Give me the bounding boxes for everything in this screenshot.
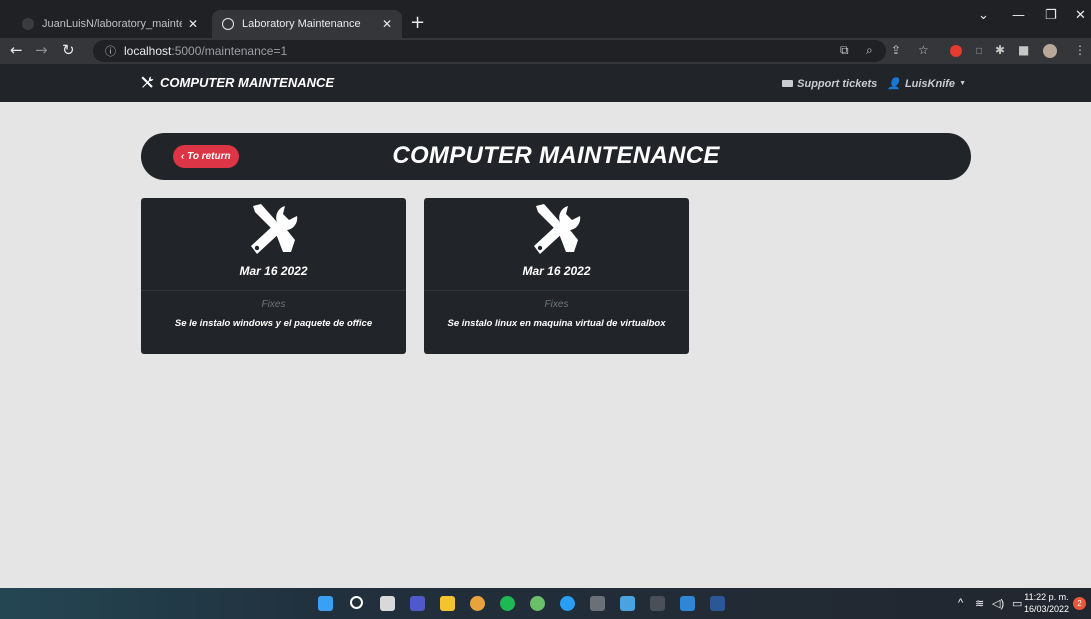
address-bar[interactable]: ⓘ localhost :5000/maintenance=1 [93,40,886,62]
notification-badge[interactable]: 2 [1073,597,1086,610]
brand-label: COMPUTER MAINTENANCE [160,75,335,90]
url-path: :5000/maintenance=1 [171,44,288,58]
info-icon[interactable]: ⓘ [105,43,116,59]
translate-icon[interactable]: ⧉ [840,43,849,58]
avatar[interactable] [1043,44,1057,58]
search-icon[interactable] [350,596,363,609]
globe-icon [222,18,234,30]
chrome-icon[interactable] [470,596,485,611]
word-icon[interactable] [710,596,725,611]
close-icon[interactable]: ✕ [382,17,392,31]
wifi-icon[interactable]: ≋ [975,597,984,610]
user-menu-dropdown[interactable]: 👤 LuisKnife ▼ [887,77,966,91]
windows-start-icon[interactable] [318,596,333,611]
page-header: ‹ To return COMPUTER MAINTENANCE [141,133,971,180]
hs-app-icon[interactable] [530,596,545,611]
card-description: Se le instalo windows y el paquete de of… [174,318,373,329]
ticket-icon [782,80,794,87]
puzzle-icon[interactable]: ✱ [995,43,1005,57]
terminal-icon[interactable] [650,596,665,611]
restore-button[interactable]: ❐ [1045,8,1057,23]
app-navbar: COMPUTER MAINTENANCE Support tickets 👤 L… [0,64,1091,102]
sidepanel-icon[interactable]: ■ [1018,43,1029,57]
card-date: Mar 16 2022 [239,264,308,278]
navbar-brand[interactable]: COMPUTER MAINTENANCE [140,75,334,90]
url-host: localhost [124,44,172,58]
star-icon[interactable]: ☆ [918,43,929,57]
browser-tab-laboratory[interactable]: Laboratory Maintenance ✕ [212,10,402,38]
browser-tab-github[interactable]: JuanLuisN/laboratory_maintenan ✕ [12,10,208,38]
vscode-icon[interactable] [680,596,695,611]
system-clock[interactable]: 11:22 p. m. 16/03/2022 [1024,591,1069,615]
browser-toolbar: ← → ↻ ⓘ localhost :5000/maintenance=1 ⧉ … [0,38,1091,64]
app-icon[interactable] [560,596,575,611]
tools-icon [141,76,154,88]
photos-icon[interactable] [620,596,635,611]
user-icon: 👤 [887,78,901,90]
chevron-down-icon[interactable]: ⌄ [978,8,989,23]
card-label: Fixes [544,299,569,310]
clock-time: 11:22 p. m. [1024,592,1069,602]
spotify-icon[interactable] [500,596,515,611]
volume-icon[interactable]: ◁) [992,597,1004,610]
windows-taskbar: ^ ≋ ◁) ▭ 11:22 p. m. 16/03/2022 2 [0,588,1091,619]
card-description: Se instalo linux en maquina virtual de v… [447,318,666,329]
maintenance-card[interactable]: Mar 16 2022 Fixes Se le instalo windows … [141,198,406,354]
clock-date: 16/03/2022 [1023,604,1069,614]
share-icon[interactable]: ⇪ [891,43,901,57]
teams-icon[interactable] [410,596,425,611]
browser-tabstrip: JuanLuisN/laboratory_maintenan ✕ Laborat… [0,0,1091,38]
extension-icon[interactable]: ▫ [975,43,983,57]
tools-icon [534,204,581,254]
back-button[interactable]: ← [10,41,23,59]
chevron-up-icon[interactable]: ^ [958,597,963,609]
maintenance-card[interactable]: Mar 16 2022 Fixes Se instalo linux en ma… [424,198,689,354]
virtualbox-icon[interactable] [590,596,605,611]
tab-title: Laboratory Maintenance [242,18,361,30]
zoom-icon[interactable]: ⌕ [866,43,873,58]
page-title: COMPUTER MAINTENANCE [392,142,720,169]
tools-icon [251,204,298,254]
card-label: Fixes [261,299,286,310]
support-tickets-label: Support tickets [797,77,878,90]
tab-title: JuanLuisN/laboratory_maintenan [42,18,182,30]
caret-down-icon: ▼ [959,80,966,87]
reload-button[interactable]: ↻ [62,41,75,59]
user-name: LuisKnife [904,77,956,90]
battery-icon[interactable]: ▭ [1012,597,1022,610]
window-close-button[interactable]: ✕ [1075,8,1086,23]
github-icon [22,18,34,30]
new-tab-button[interactable]: + [410,12,425,33]
close-icon[interactable]: ✕ [188,17,198,31]
task-view-icon[interactable] [380,596,395,611]
extension-icon[interactable] [950,45,962,57]
menu-icon[interactable]: ⋮ [1074,43,1086,57]
card-date: Mar 16 2022 [522,264,591,278]
file-explorer-icon[interactable] [440,596,455,611]
support-tickets-link[interactable]: Support tickets [782,78,877,90]
forward-button[interactable]: → [35,41,48,59]
minimize-button[interactable]: — [1012,8,1025,23]
